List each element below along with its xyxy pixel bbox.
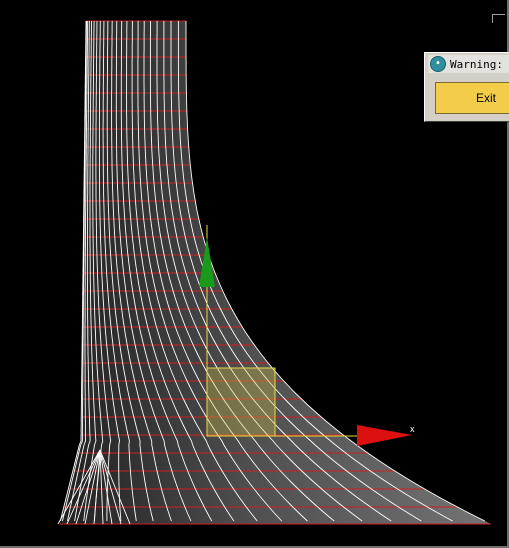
exit-button[interactable]: Exit [435, 82, 509, 114]
gizmo-xy-plane-handle[interactable] [206, 367, 276, 437]
warning-dialog: • Warning: Exit [424, 52, 509, 122]
viewport-corner-bracket [492, 14, 505, 23]
warning-title-bar[interactable]: • Warning: [428, 55, 509, 73]
gizmo-x-axis-label: x [410, 424, 415, 434]
warning-title: Warning: [450, 57, 503, 71]
app-icon: • [430, 56, 446, 72]
gizmo-x-axis-arrow[interactable] [357, 425, 412, 446]
